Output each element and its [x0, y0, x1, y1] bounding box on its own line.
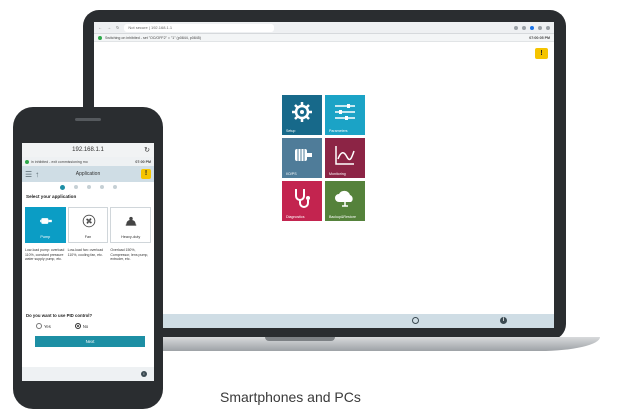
card-label: Heavy-duty [121, 235, 141, 239]
tile-parameters[interactable]: Parameters [325, 95, 365, 135]
browser-toolbar: ← → ↻ Not secure | 192.168.1.1 [94, 22, 554, 34]
card-heavy-duty[interactable]: Heavy-duty [110, 207, 152, 243]
tile-backup-restore[interactable]: Backup&Restore [325, 181, 365, 221]
extension-icon[interactable] [514, 25, 518, 30]
phone-frame: 192.168.1.1 ↻ in inhibited - exit commis… [13, 107, 163, 409]
next-button[interactable]: Next [35, 336, 145, 347]
warning-badge[interactable]: ! [535, 48, 548, 59]
stage: ← → ↻ Not secure | 192.168.1.1 Switching… [0, 0, 620, 411]
application-cards: Pump Fan Heavy-duty [25, 207, 152, 243]
reload-icon[interactable]: ↻ [144, 146, 150, 154]
radio-yes-label: Yes [44, 323, 51, 329]
application-descriptions: Low-load pump: overload 110%, constant p… [25, 248, 151, 262]
tile-label: Monitoring [329, 172, 346, 176]
radio-no[interactable]: No [74, 323, 89, 329]
cloud-icon [335, 190, 353, 207]
phone-status-time: 07:00 PM [135, 159, 151, 164]
description-fan: Low-load fan: overload 110%, cooling fan… [67, 248, 104, 257]
phone-header: ☰ ↑ Application ! [22, 166, 154, 182]
card-label: Fan [84, 235, 92, 239]
wizard-step-indicator [22, 182, 154, 192]
description-heavy-duty: Overload 150%, Compressor, lens pump, ex… [110, 248, 149, 261]
fan-icon [82, 214, 95, 228]
pid-question: Do you want to use PID control? [26, 313, 93, 318]
status-dot-icon [25, 159, 29, 164]
phone-status-message: in inhibited - exit commissioning mo [31, 159, 88, 164]
phone-speaker [75, 118, 101, 121]
tile-io[interactable]: I/O/PS [282, 138, 322, 178]
phone-url-text: 192.168.1.1 [72, 147, 104, 153]
tile-diagnostics[interactable]: Diagnostics [282, 181, 322, 221]
caption: Smartphones and PCs [220, 389, 361, 405]
reload-icon[interactable]: ↻ [116, 25, 119, 30]
forward-icon[interactable]: → [107, 25, 111, 30]
tile-monitoring[interactable]: Monitoring [325, 138, 365, 178]
pump-icon [40, 218, 52, 224]
status-dot-icon [98, 35, 102, 40]
tile-label: Setup [286, 129, 296, 133]
gear-wrench-icon [292, 102, 312, 122]
sliders-icon [335, 104, 355, 120]
stethoscope-icon [295, 189, 310, 208]
laptop-screen: ← → ↻ Not secure | 192.168.1.1 Switching… [94, 22, 554, 328]
tile-label: Parameters [329, 129, 348, 133]
select-application-heading: Select your application [26, 194, 77, 199]
description-pump: Low-load pump: overload 110%, constant p… [25, 248, 65, 261]
step-dot [112, 185, 117, 189]
info-icon[interactable]: i [500, 317, 507, 324]
tile-label: I/O/PS [286, 172, 297, 176]
step-dot [86, 185, 91, 189]
phone-address-bar[interactable]: 192.168.1.1 ↻ [22, 143, 154, 157]
status-time: 07:00:05 PM [529, 35, 550, 40]
card-label: Pump [40, 235, 51, 239]
card-pump[interactable]: Pump [25, 207, 66, 243]
warning-badge[interactable]: ! [141, 169, 151, 179]
menu-icon[interactable] [546, 25, 550, 30]
tile-setup[interactable]: Setup [282, 95, 322, 135]
radio-no-label: No [82, 323, 89, 329]
extension-icon[interactable] [522, 25, 526, 30]
laptop-hinge-notch [265, 337, 335, 341]
step-dot [73, 185, 78, 189]
phone-status-bar: in inhibited - exit commissioning mo 07:… [22, 157, 154, 166]
phone-footer-bar: i [22, 367, 154, 381]
status-bar: Switching on inhibited - set "OC/OFF2" =… [94, 34, 554, 42]
phone-page-title: Application [75, 171, 101, 177]
extension-icon[interactable] [530, 25, 534, 30]
radio-yes[interactable]: Yes [36, 323, 51, 329]
heavy-duty-icon [126, 216, 137, 226]
address-bar[interactable]: Not secure | 192.168.1.1 [124, 23, 275, 32]
info-icon[interactable]: i [141, 371, 147, 377]
step-dot [59, 184, 65, 190]
tile-label: Backup&Restore [329, 215, 356, 219]
pid-radio-group: Yes No [36, 323, 88, 329]
motor-icon [295, 149, 312, 161]
back-icon[interactable]: ← [98, 25, 102, 30]
chart-icon [335, 146, 355, 165]
radio-circle[interactable] [74, 323, 81, 329]
settings-gear-icon[interactable] [412, 317, 419, 324]
phone-screen: 192.168.1.1 ↻ in inhibited - exit commis… [22, 143, 154, 381]
extension-icon[interactable] [538, 25, 542, 30]
tile-label: Diagnostics [286, 215, 305, 219]
card-fan[interactable]: Fan [67, 207, 109, 243]
radio-circle[interactable] [36, 323, 42, 329]
status-message: Switching on inhibited - set "OC/OFF2" =… [105, 35, 201, 40]
step-dot [99, 185, 104, 189]
laptop-footer-bar: i [94, 314, 554, 328]
browser-extensions [514, 25, 550, 30]
